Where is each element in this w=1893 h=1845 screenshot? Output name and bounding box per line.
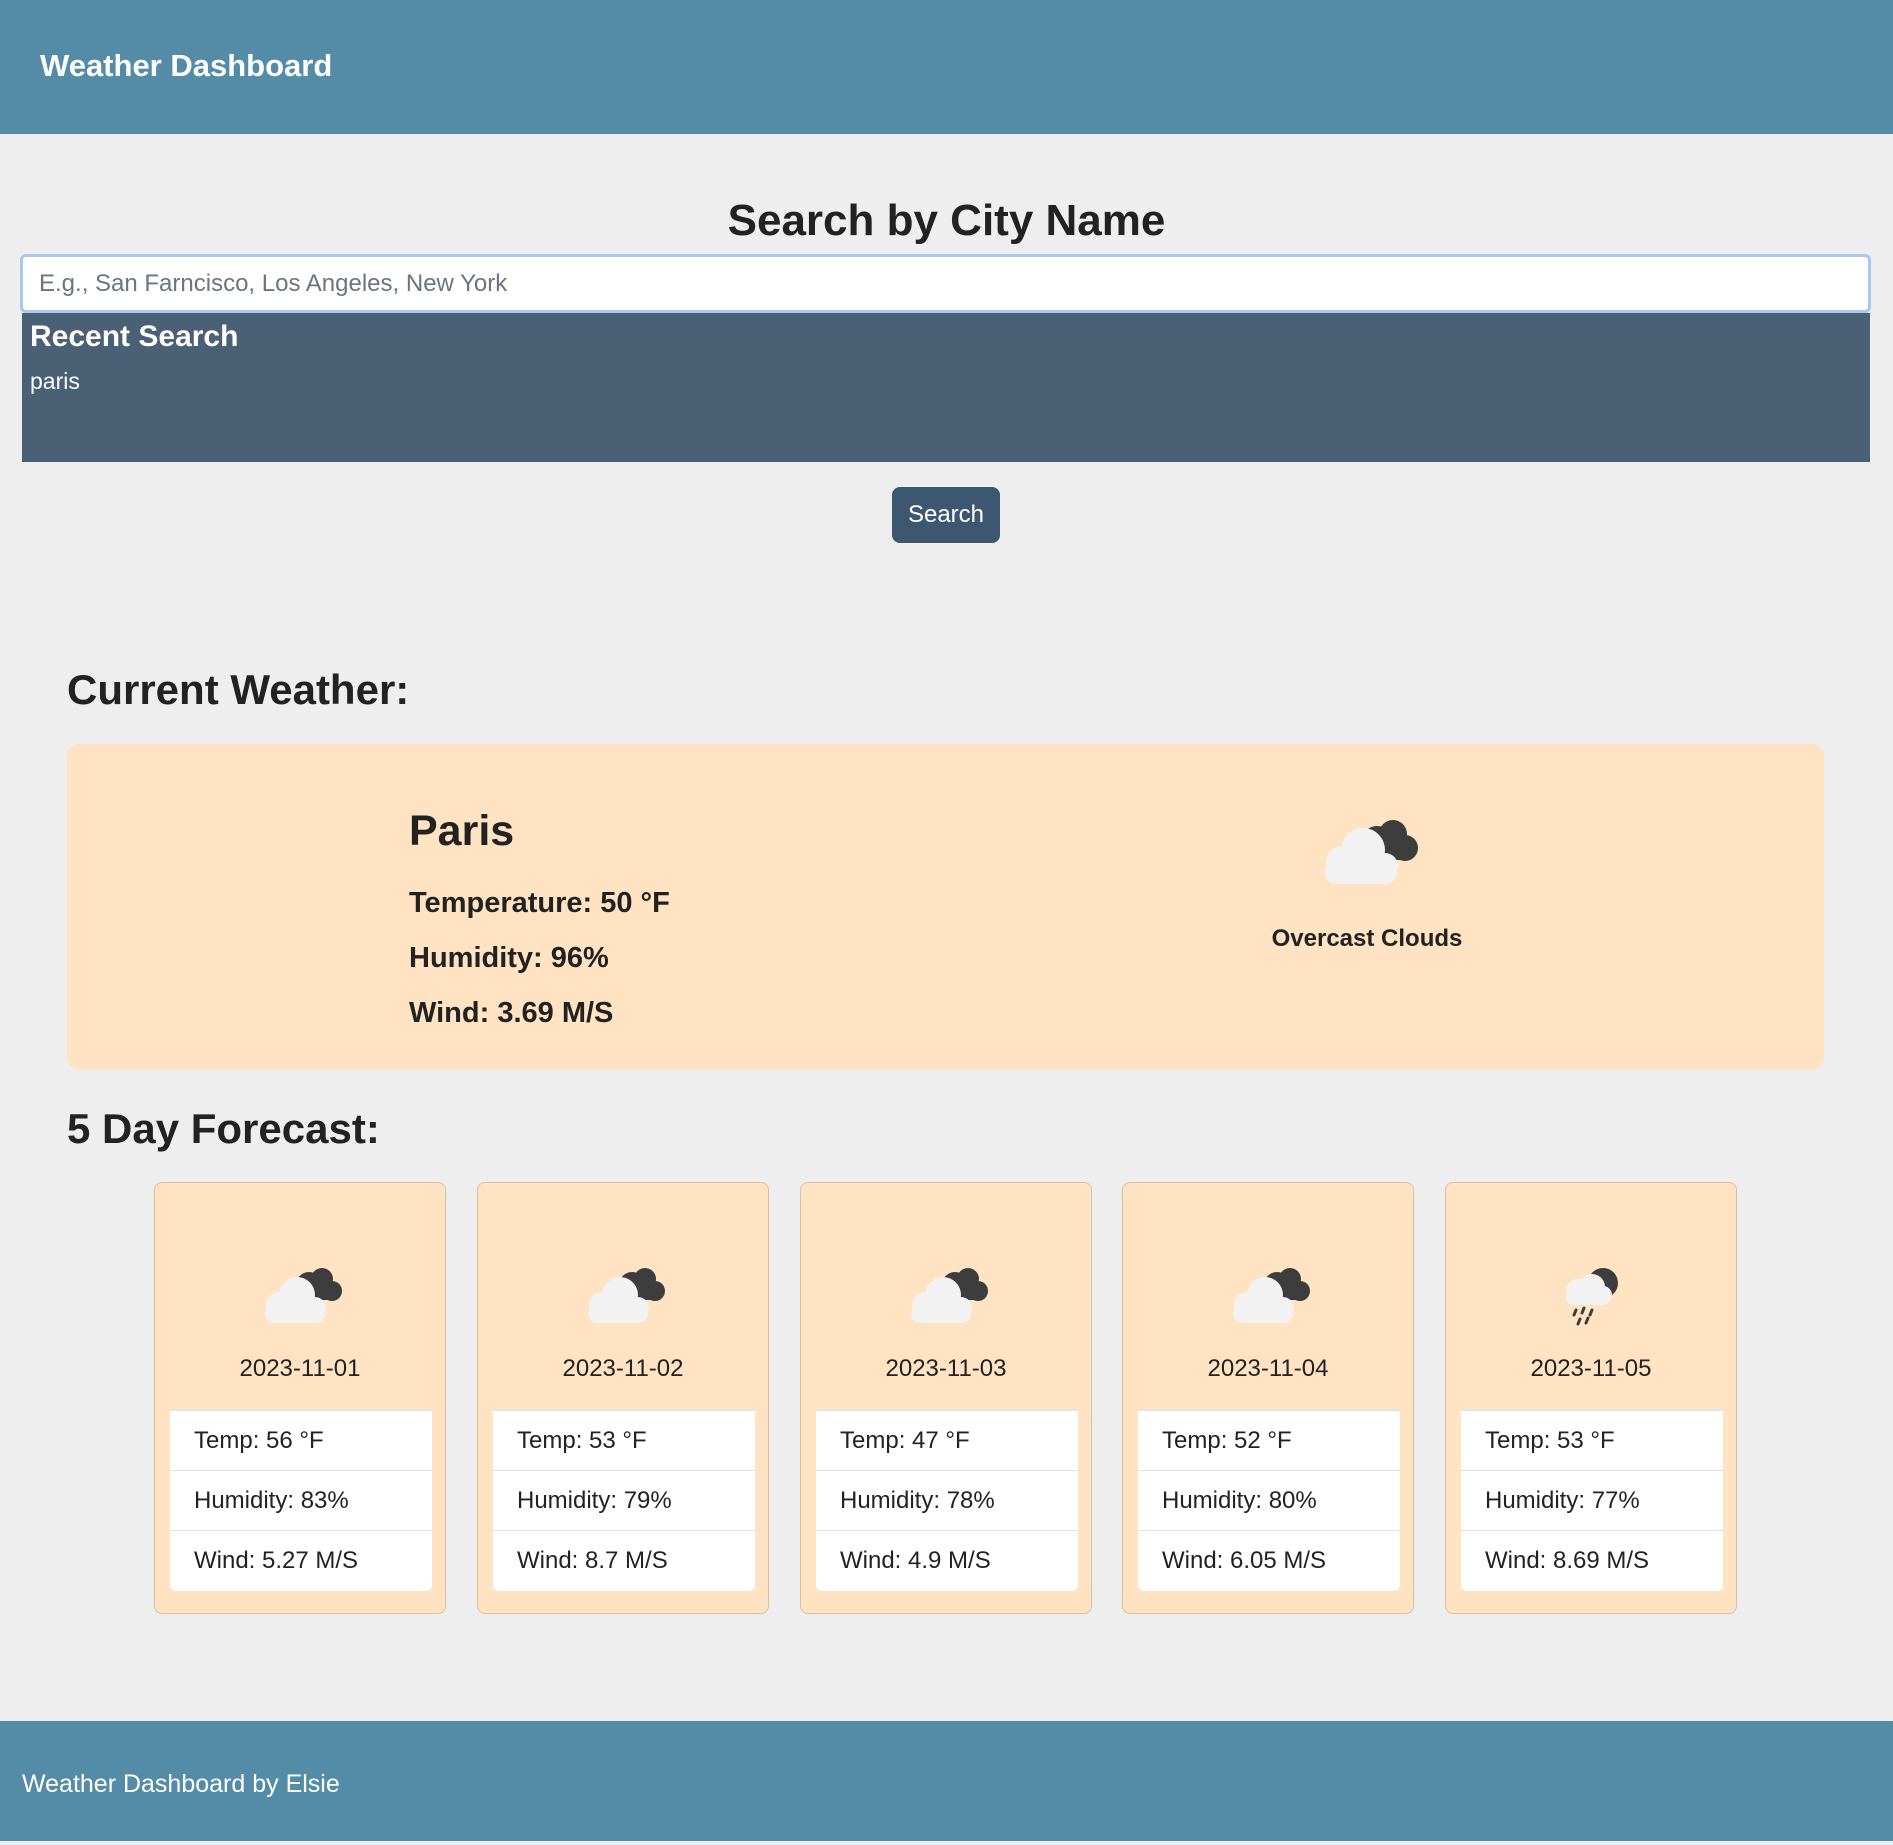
forecast-temp: Temp: 52 °F — [1138, 1411, 1400, 1471]
forecast-humidity: Humidity: 80% — [1138, 1471, 1400, 1531]
search-title: Search by City Name — [727, 196, 1166, 245]
brand-title[interactable]: Weather Dashboard — [40, 50, 332, 81]
forecast-date: 2023-11-03 — [885, 1355, 1007, 1382]
forecast-heading: 5 Day Forecast: — [67, 1105, 380, 1152]
forecast-card: 2023-11-03 Temp: 47 °F Humidity: 78% Win… — [800, 1182, 1092, 1614]
forecast-humidity: Humidity: 78% — [816, 1471, 1078, 1531]
forecast-card: 2023-11-05 Temp: 53 °F Humidity: 77% Win… — [1445, 1182, 1737, 1614]
footer-text: Weather Dashboard by Elsie — [22, 1770, 340, 1798]
city-search-input[interactable] — [20, 254, 1871, 313]
light-rain-icon — [1566, 1268, 1618, 1326]
weather-description: Overcast Clouds — [1271, 925, 1463, 952]
forecast-temp: Temp: 56 °F — [170, 1411, 432, 1471]
forecast-wind: Wind: 4.9 M/S — [840, 1547, 991, 1574]
current-temperature: Temperature: 50 °F — [409, 887, 670, 919]
forecast-temp: Temp: 47 °F — [816, 1411, 1078, 1471]
forecast-card: 2023-11-02 Temp: 53 °F Humidity: 79% Win… — [477, 1182, 769, 1614]
forecast-date: 2023-11-02 — [562, 1355, 684, 1382]
forecast-date: 2023-11-04 — [1207, 1355, 1329, 1382]
forecast-details: Temp: 53 °F Humidity: 77% Wind: 8.69 M/S — [1461, 1409, 1723, 1591]
navbar: Weather Dashboard — [0, 0, 1893, 134]
recent-search-panel: Recent Search paris — [22, 313, 1870, 462]
forecast-temp: Temp: 53 °F — [1461, 1411, 1723, 1471]
current-humidity: Humidity: 96% — [409, 942, 609, 974]
forecast-details: Temp: 52 °F Humidity: 80% Wind: 6.05 M/S — [1138, 1409, 1400, 1591]
city-name: Paris — [409, 807, 515, 855]
recent-search-title: Recent Search — [30, 320, 239, 353]
overcast-clouds-icon — [911, 1268, 988, 1323]
overcast-clouds-icon — [588, 1268, 665, 1323]
forecast-details: Temp: 53 °F Humidity: 79% Wind: 8.7 M/S — [493, 1409, 755, 1591]
current-wind: Wind: 3.69 M/S — [409, 997, 614, 1029]
forecast-wind: Wind: 6.05 M/S — [1162, 1547, 1327, 1574]
forecast-temp: Temp: 53 °F — [493, 1411, 755, 1471]
current-weather-heading: Current Weather: — [67, 666, 410, 713]
forecast-details: Temp: 47 °F Humidity: 78% Wind: 4.9 M/S — [816, 1409, 1078, 1591]
forecast-wind: Wind: 8.7 M/S — [517, 1547, 668, 1574]
forecast-humidity: Humidity: 77% — [1461, 1471, 1723, 1531]
current-weather-card: Paris Temperature: 50 °F Humidity: 96% W… — [67, 744, 1824, 1070]
forecast-date: 2023-11-05 — [1530, 1355, 1652, 1382]
overcast-clouds-icon — [1233, 1268, 1310, 1323]
overcast-clouds-icon — [1325, 820, 1418, 884]
forecast-details: Temp: 56 °F Humidity: 83% Wind: 5.27 M/S — [170, 1409, 432, 1591]
recent-search-item[interactable]: paris — [30, 365, 80, 397]
forecast-date: 2023-11-01 — [239, 1355, 361, 1382]
forecast-wind: Wind: 5.27 M/S — [194, 1547, 359, 1574]
forecast-card: 2023-11-04 Temp: 52 °F Humidity: 80% Win… — [1122, 1182, 1414, 1614]
overcast-clouds-icon — [265, 1268, 342, 1323]
forecast-card: 2023-11-01 Temp: 56 °F Humidity: 83% Win… — [154, 1182, 446, 1614]
forecast-wind: Wind: 8.69 M/S — [1485, 1547, 1650, 1574]
forecast-humidity: Humidity: 83% — [170, 1471, 432, 1531]
search-button[interactable]: Search — [892, 487, 1000, 543]
footer: Weather Dashboard by Elsie — [0, 1721, 1893, 1841]
forecast-humidity: Humidity: 79% — [493, 1471, 755, 1531]
